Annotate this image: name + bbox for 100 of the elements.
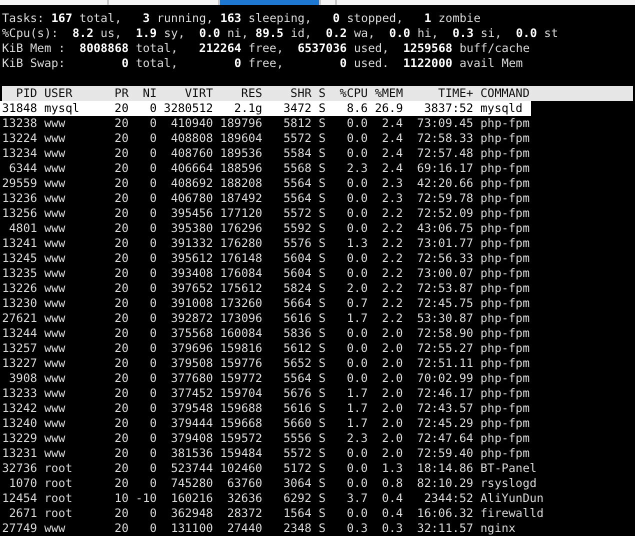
tab[interactable]: [220, 0, 320, 5]
table-cell-text: 5572: [282, 131, 312, 146]
table-cell-text: php-fpm: [480, 176, 531, 191]
table-cell-text: 0: [148, 401, 157, 416]
table-row[interactable]: 27749 www 20 0 131100 27440 2348 S 0.3 0.3 32:11.57 nginx: [0, 521, 635, 536]
table-row[interactable]: 1070 root 20 0 745280 63760 3064 S 0.0 0.8 82:10.29 rsyslogd: [0, 476, 635, 491]
table-cell-text: mysqld: [480, 101, 524, 116]
table-cell: S: [318, 416, 326, 431]
table-cell: S: [318, 176, 326, 191]
table-cell-text: 0: [148, 311, 157, 326]
column-header[interactable]: PR: [108, 86, 129, 101]
table-cell: 159484: [220, 446, 262, 461]
table-cell-text: www: [44, 296, 66, 311]
table-cell-text: 0: [148, 116, 157, 131]
table-cell-text: 0.3: [346, 521, 368, 536]
table-cell: 13234: [2, 146, 38, 161]
table-cell-text: 2348: [282, 521, 312, 536]
table-cell-text: 5660: [282, 416, 312, 431]
table-row[interactable]: 31848 mysql 20 0 3280512 2.1g 3472 S 8.6 26.9 3837:52 mysqld: [0, 101, 531, 116]
tab[interactable]: [0, 0, 108, 5]
table-cell-text: php-fpm: [480, 326, 531, 341]
column-header[interactable]: NI: [136, 86, 157, 101]
table-cell-text: www: [44, 266, 66, 281]
table-cell: 13230: [2, 296, 38, 311]
table-row[interactable]: 32736 root 20 0 523744 102460 5172 S 0.0 1.3 18:14.86 BT-Panel: [0, 461, 635, 476]
table-row[interactable]: 13229 www 20 0 379408 159572 5556 S 2.3 2.0 72:47.64 php-fpm: [0, 431, 635, 446]
table-cell-text: 20: [114, 371, 129, 386]
table-row[interactable]: 6344 www 20 0 406664 188596 5568 S 2.3 2.4 69:16.17 php-fpm: [0, 161, 635, 176]
table-row[interactable]: 13233 www 20 0 377452 159704 5676 S 1.7 2.0 72:46.17 php-fpm: [0, 386, 635, 401]
table-cell-text: 0.0: [346, 131, 368, 146]
table-row[interactable]: 13245 www 20 0 395612 176148 5604 S 0.0 2.2 72:56.33 php-fpm: [0, 251, 635, 266]
column-header[interactable]: COMMAND: [480, 86, 565, 101]
table-cell-text: 32636: [226, 491, 262, 506]
table-row[interactable]: 13234 www 20 0 408760 189536 5584 S 0.0 2.4 72:57.48 php-fpm: [0, 146, 635, 161]
table-cell-text: 72:56.33: [416, 251, 474, 266]
table-row[interactable]: 13242 www 20 0 379548 159688 5616 S 1.7 2.0 72:43.57 php-fpm: [0, 401, 635, 416]
table-row[interactable]: 13235 www 20 0 393408 176084 5604 S 0.0 2.2 73:00.07 php-fpm: [0, 266, 635, 281]
column-header[interactable]: VIRT: [164, 86, 214, 101]
table-cell-text: 1.3: [346, 236, 368, 251]
table-cell-text: 3.7: [346, 491, 368, 506]
column-header[interactable]: RES: [220, 86, 262, 101]
table-row[interactable]: 13240 www 20 0 379444 159668 5660 S 1.7 2.0 72:45.29 php-fpm: [0, 416, 635, 431]
column-header[interactable]: S: [318, 86, 326, 101]
tab[interactable]: [321, 0, 336, 5]
column-header[interactable]: SHR: [269, 86, 312, 101]
table-cell-text: 20: [114, 431, 129, 446]
table-row[interactable]: 13224 www 20 0 408808 189604 5572 S 0.0 2.4 72:58.33 php-fpm: [0, 131, 635, 146]
table-row[interactable]: 2671 root 20 0 362948 28372 1564 S 0.0 0.4 16:06.32 firewalld: [0, 506, 635, 521]
table-cell-text: 20: [114, 296, 129, 311]
table-cell-text: 2.4: [380, 116, 403, 131]
table-row[interactable]: 29559 www 20 0 408692 188208 5564 S 0.0 2.3 42:20.66 php-fpm: [0, 176, 635, 191]
table-cell: 13238: [2, 116, 38, 131]
table-cell: 13241: [2, 236, 38, 251]
table-row[interactable]: 13236 www 20 0 406780 187492 5564 S 0.0 2.3 72:59.78 php-fpm: [0, 191, 635, 206]
tab[interactable]: [337, 0, 635, 5]
table-cell-text: 5584: [282, 146, 312, 161]
table-cell-text: 2.0: [380, 401, 403, 416]
table-cell-text: 395456: [170, 206, 214, 221]
table-row[interactable]: 13227 www 20 0 379508 159776 5652 S 0.0 2.0 72:51.11 php-fpm: [0, 356, 635, 371]
column-header[interactable]: PID: [2, 86, 38, 101]
table-cell-text: 5836: [282, 326, 312, 341]
table-cell-text: 2.0: [380, 341, 403, 356]
table-cell-text: www: [44, 341, 66, 356]
table-row[interactable]: 3908 www 20 0 377680 159772 5564 S 0.0 2.0 70:02.99 php-fpm: [0, 371, 635, 386]
table-row[interactable]: 13244 www 20 0 375568 160084 5836 S 0.0 2.0 72:58.90 php-fpm: [0, 326, 635, 341]
table-row[interactable]: 4801 www 20 0 395380 176296 5592 S 0.0 2.2 43:06.75 php-fpm: [0, 221, 635, 236]
table-cell-text: 0.0: [346, 371, 368, 386]
table-cell-text: www: [44, 116, 66, 131]
table-cell-text: 20: [114, 146, 129, 161]
table-row[interactable]: 13238 www 20 0 410940 189796 5812 S 0.0 2.4 73:09.45 php-fpm: [0, 116, 635, 131]
column-header[interactable]: %CPU: [332, 86, 368, 101]
table-row[interactable]: 13256 www 20 0 395456 177120 5572 S 0.0 2.2 72:52.09 php-fpm: [0, 206, 635, 221]
table-row[interactable]: 27621 www 20 0 392872 173096 5616 S 1.7 2.2 53:30.87 php-fpm: [0, 311, 635, 326]
table-cell-text: 408808: [170, 131, 214, 146]
table-cell-text: 0.0: [346, 221, 368, 236]
table-row[interactable]: 13257 www 20 0 379696 159816 5612 S 0.0 2.0 72:55.27 php-fpm: [0, 341, 635, 356]
table-cell-text: php-fpm: [480, 161, 531, 176]
table-cell-text: 379408: [170, 431, 214, 446]
column-header[interactable]: USER: [44, 86, 100, 101]
table-cell-text: 0.0: [346, 206, 368, 221]
table-cell-text: 72:53.87: [416, 281, 474, 296]
column-header[interactable]: TIME+: [410, 86, 474, 101]
table-cell: 160084: [220, 326, 262, 341]
table-cell-text: 0: [148, 236, 157, 251]
table-cell-text: 0: [148, 356, 157, 371]
table-row[interactable]: 13241 www 20 0 391332 176280 5576 S 1.3 2.2 73:01.77 php-fpm: [0, 236, 635, 251]
table-row[interactable]: 13226 www 20 0 397652 175612 5824 S 2.0 2.2 72:53.87 php-fpm: [0, 281, 635, 296]
tab[interactable]: [109, 0, 218, 5]
table-cell-text: www: [44, 146, 66, 161]
table-row[interactable]: 13230 www 20 0 391008 173260 5664 S 0.7 2.2 72:45.75 php-fpm: [0, 296, 635, 311]
table-cell: 189796: [220, 116, 262, 131]
table-cell-text: 2.0: [380, 356, 403, 371]
table-row[interactable]: 12454 root 10 -10 160216 32636 6292 S 3.7 0.4 2344:52 AliYunDun: [0, 491, 635, 506]
column-header[interactable]: %MEM: [374, 86, 403, 101]
table-row[interactable]: 13231 www 20 0 381536 159484 5572 S 0.0 2.0 72:59.40 php-fpm: [0, 446, 635, 461]
table-cell-text: 0: [148, 146, 157, 161]
summary-line: KiB Mem : 8008868 total, 212264 free, 6537036 used, 1259568 buff/cache: [2, 41, 531, 56]
table-cell: 27749: [2, 521, 38, 536]
table-cell: S: [318, 521, 326, 536]
table-cell-text: php-fpm: [480, 311, 531, 326]
